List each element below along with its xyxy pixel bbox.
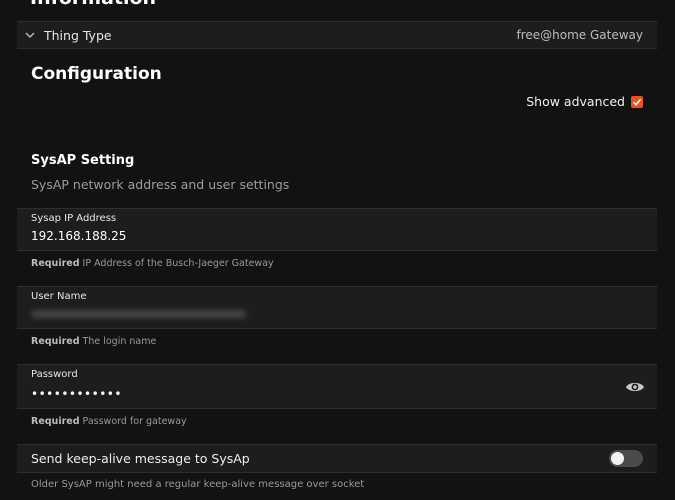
show-advanced-checkbox[interactable] bbox=[631, 95, 643, 108]
password-hint: Required Password for gateway bbox=[31, 416, 187, 427]
thing-type-row[interactable]: Thing Type free@home Gateway bbox=[17, 21, 657, 49]
username-hint: Required The login name bbox=[31, 336, 156, 347]
password-input[interactable]: •••••••••••• bbox=[31, 387, 591, 401]
username-field[interactable]: User Name bbox=[17, 286, 657, 329]
keep-alive-label: Send keep-alive message to SysAp bbox=[31, 451, 250, 466]
chevron-down-icon[interactable] bbox=[25, 30, 35, 40]
eye-icon[interactable] bbox=[625, 379, 645, 395]
required-label: Required bbox=[31, 336, 80, 347]
username-hint-text: The login name bbox=[79, 336, 157, 347]
username-label: User Name bbox=[31, 291, 87, 302]
keep-alive-switch[interactable] bbox=[609, 450, 643, 467]
password-label: Password bbox=[31, 369, 78, 380]
thing-type-value: free@home Gateway bbox=[516, 28, 643, 42]
sysap-ip-hint: Required IP Address of the Busch-Jaeger … bbox=[31, 258, 274, 269]
sysap-ip-field[interactable]: Sysap IP Address bbox=[17, 208, 657, 251]
password-field[interactable]: Password •••••••••••• bbox=[17, 364, 657, 409]
show-advanced-toggle[interactable]: Show advanced bbox=[526, 94, 643, 109]
keep-alive-switch-knob bbox=[611, 452, 624, 465]
sysap-setting-title: SysAP Setting bbox=[31, 153, 135, 168]
required-label: Required bbox=[31, 416, 80, 427]
sysap-ip-hint-text: IP Address of the Busch-Jaeger Gateway bbox=[79, 258, 274, 269]
show-advanced-label: Show advanced bbox=[526, 94, 625, 109]
required-label: Required bbox=[31, 258, 80, 269]
thing-type-label: Thing Type bbox=[44, 27, 112, 43]
keep-alive-hint: Older SysAP might need a regular keep-al… bbox=[31, 479, 365, 490]
information-title: Information bbox=[30, 0, 156, 9]
configuration-title: Configuration bbox=[31, 64, 162, 84]
password-hint-text: Password for gateway bbox=[79, 416, 187, 427]
checkmark-icon bbox=[632, 98, 642, 106]
sysap-ip-label: Sysap IP Address bbox=[31, 213, 117, 224]
keep-alive-row[interactable]: Send keep-alive message to SysAp bbox=[17, 444, 657, 473]
sysap-setting-description: SysAP network address and user settings bbox=[31, 177, 290, 192]
username-value-blurred[interactable] bbox=[31, 310, 246, 318]
sysap-ip-input[interactable] bbox=[31, 229, 591, 243]
